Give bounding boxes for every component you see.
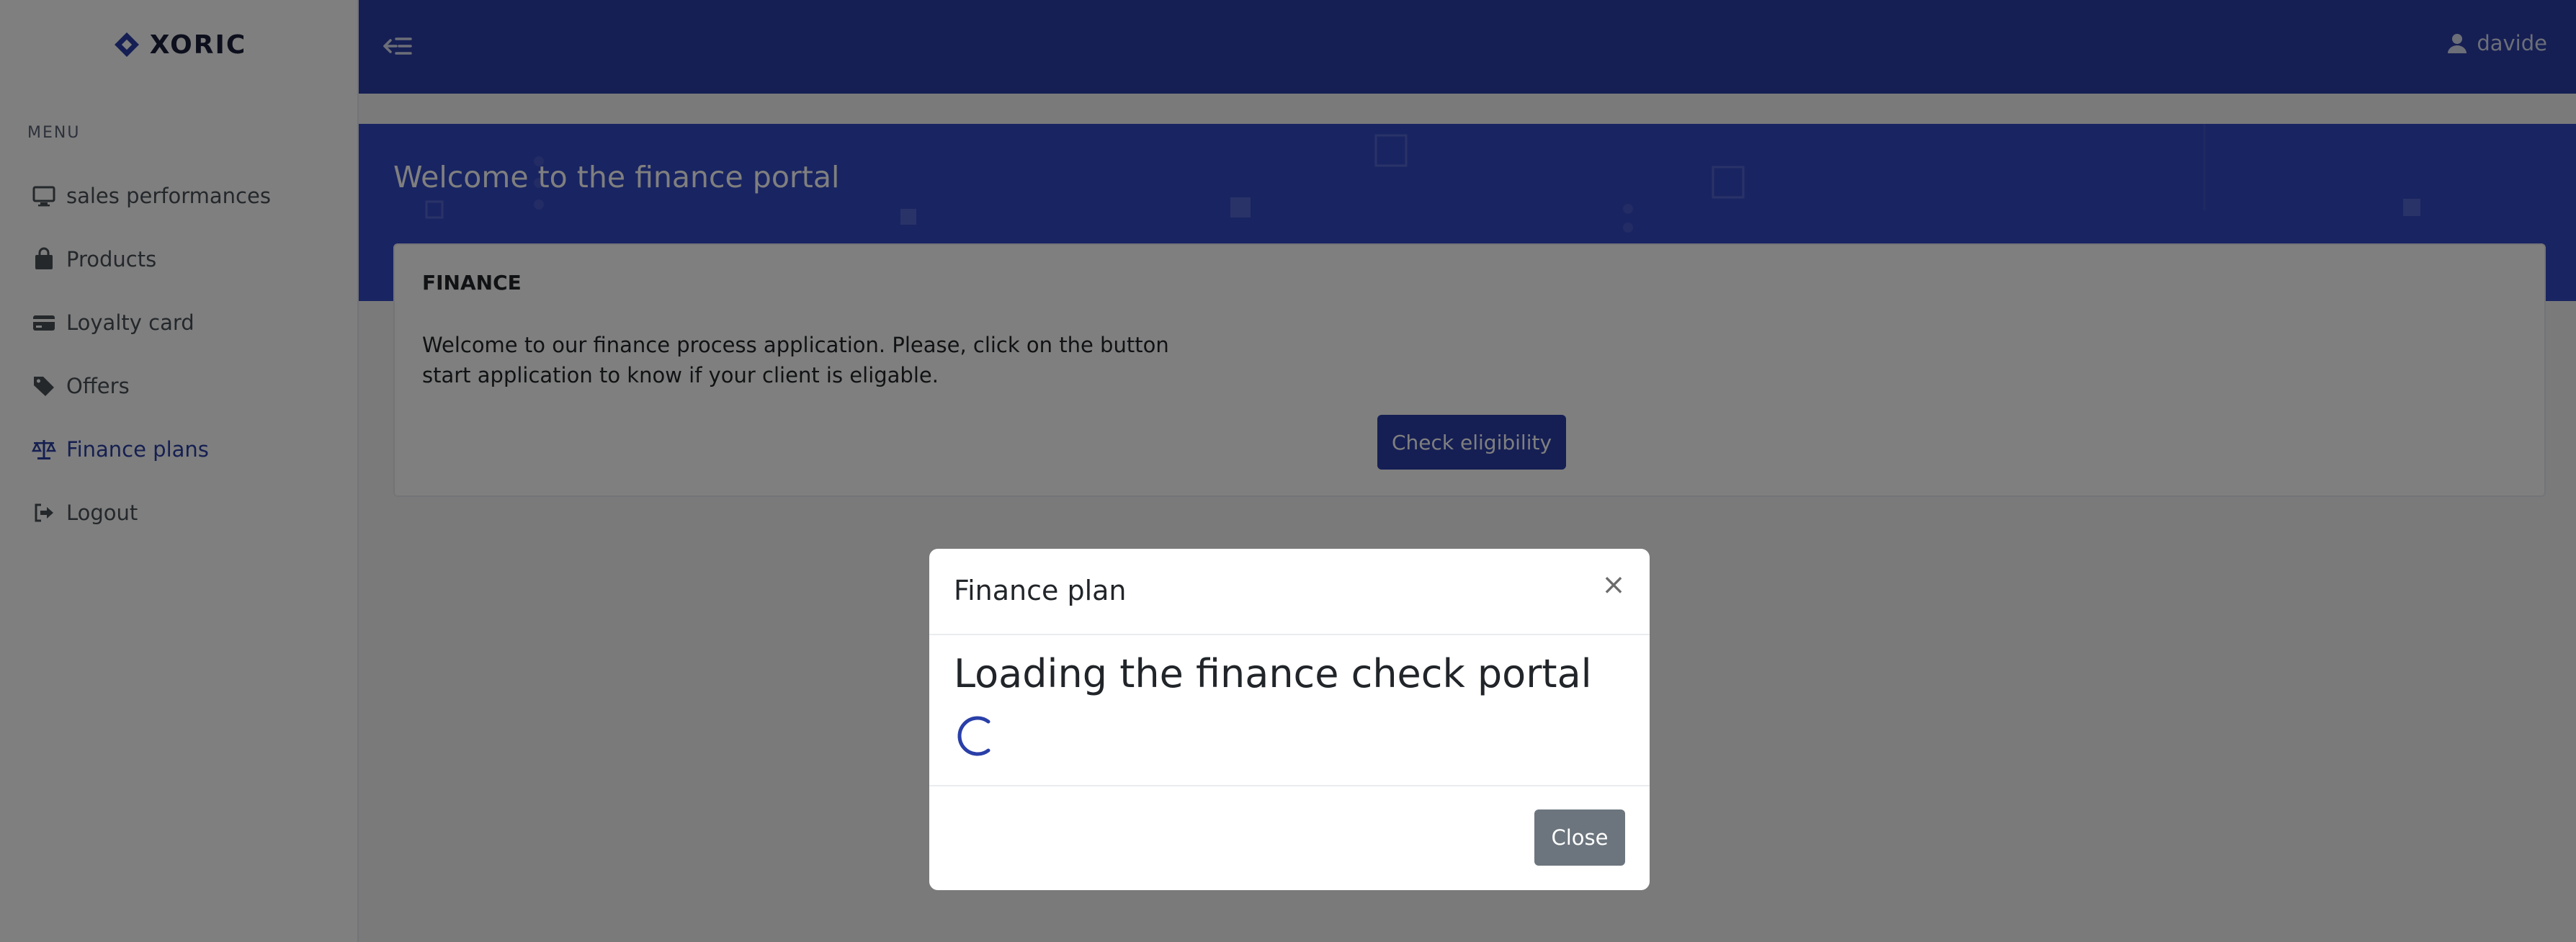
close-button[interactable]: Close bbox=[1534, 809, 1625, 866]
loading-spinner-icon bbox=[957, 716, 990, 756]
close-icon[interactable]: × bbox=[1599, 570, 1628, 599]
modal-title: Finance plan bbox=[954, 575, 1127, 606]
modal-header: Finance plan × bbox=[929, 549, 1650, 635]
finance-plan-modal: Finance plan × Loading the finance check… bbox=[929, 549, 1650, 890]
modal-body: Loading the finance check portal bbox=[929, 635, 1650, 786]
loading-heading: Loading the finance check portal bbox=[954, 651, 1592, 696]
